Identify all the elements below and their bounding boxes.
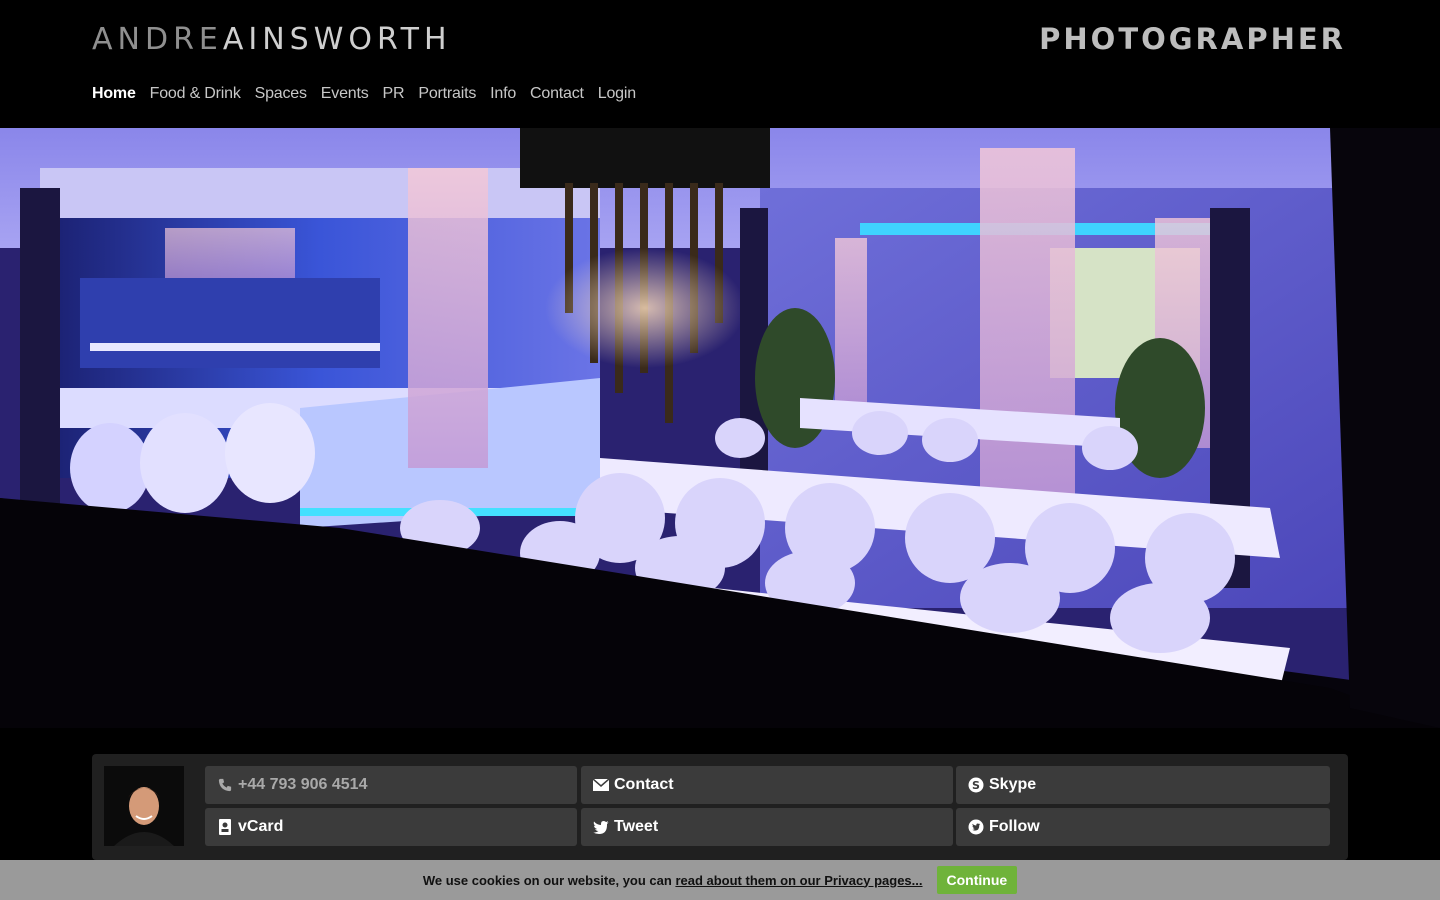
nav-contact[interactable]: Contact: [530, 85, 584, 103]
site-header: ANDREAINSWORTH PHOTOGRAPHER Home Food & …: [0, 0, 1440, 128]
tweet-button[interactable]: Tweet: [581, 808, 953, 846]
site-logo[interactable]: ANDREAINSWORTH: [92, 22, 452, 57]
nav-food-drink[interactable]: Food & Drink: [150, 85, 241, 103]
nav-portraits[interactable]: Portraits: [418, 85, 476, 103]
nav-events[interactable]: Events: [321, 85, 369, 103]
photographer-portrait: [104, 766, 184, 846]
follow-button[interactable]: Follow: [956, 808, 1330, 846]
vcard-icon: [217, 819, 233, 835]
brand-last-name: AINSWORTH: [222, 22, 452, 57]
skype-icon: S: [968, 777, 984, 793]
phone-number: +44 793 906 4514: [238, 776, 368, 793]
nav-login[interactable]: Login: [598, 85, 636, 103]
twitter-bird-icon: [593, 819, 609, 835]
skype-label: Skype: [989, 776, 1037, 793]
hero-photo: [0, 128, 1440, 728]
nav-home[interactable]: Home: [92, 85, 136, 103]
cookie-continue-button[interactable]: Continue: [936, 866, 1018, 894]
privacy-link[interactable]: read about them on our Privacy pages...: [675, 873, 922, 888]
svg-text:S: S: [972, 779, 980, 792]
avatar: [104, 766, 184, 846]
restaurant-interior-image: [0, 128, 1440, 728]
phone-button[interactable]: +44 793 906 4514: [205, 766, 577, 804]
contact-label: Contact: [614, 776, 674, 793]
envelope-icon: [593, 777, 609, 793]
phone-icon: [217, 777, 233, 793]
follow-label: Follow: [989, 818, 1040, 835]
cookie-message: We use cookies on our website, you can r…: [423, 873, 923, 888]
vcard-button[interactable]: vCard: [205, 808, 577, 846]
nav-spaces[interactable]: Spaces: [255, 85, 307, 103]
cookie-text: We use cookies on our website, you can: [422, 872, 676, 888]
vcard-label: vCard: [238, 818, 284, 835]
nav-info[interactable]: Info: [490, 85, 516, 103]
skype-button[interactable]: S Skype: [956, 766, 1330, 804]
brand-first-name: ANDRE: [92, 22, 223, 57]
tweet-label: Tweet: [614, 818, 659, 835]
contact-button[interactable]: Contact: [581, 766, 953, 804]
cookie-banner: We use cookies on our website, you can r…: [0, 860, 1440, 900]
twitter-circle-icon: [968, 819, 984, 835]
main-nav: Home Food & Drink Spaces Events PR Portr…: [92, 85, 650, 103]
contact-bar: +44 793 906 4514 Contact S Skype vCard T…: [92, 754, 1348, 860]
site-tagline: PHOTOGRAPHER: [1039, 22, 1346, 56]
nav-pr[interactable]: PR: [383, 85, 405, 103]
